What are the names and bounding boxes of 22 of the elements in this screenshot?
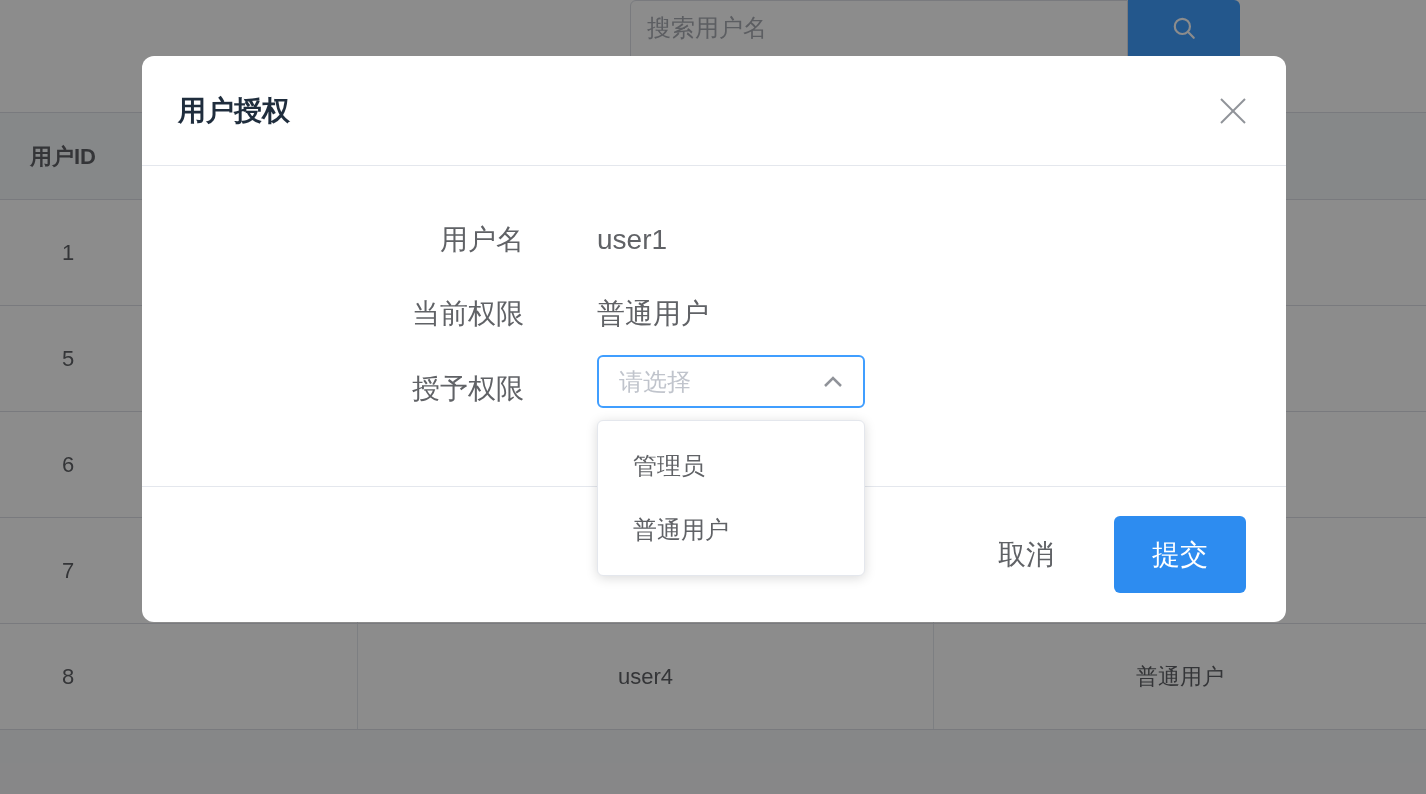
table-cell-text: 7: [62, 557, 75, 585]
cancel-button[interactable]: 取消: [968, 516, 1084, 593]
dropdown-option[interactable]: 管理员: [598, 434, 864, 498]
field-label: 用户名: [440, 224, 524, 255]
table-cell-text: 5: [62, 345, 75, 373]
close-icon: [1219, 96, 1247, 125]
table-cell-text: 6: [62, 451, 75, 479]
field-label: 授予权限: [412, 373, 524, 404]
search-icon: [1171, 15, 1197, 41]
column-header: 用户ID: [30, 142, 96, 171]
dialog-title: 用户授权: [178, 93, 290, 128]
table-cell-text: 1: [62, 239, 75, 267]
field-value: user1: [597, 223, 668, 257]
table-cell-text: user4: [617, 663, 673, 691]
dropdown-option[interactable]: 普通用户: [598, 498, 864, 562]
chevron-up-icon: [823, 375, 843, 388]
submit-button[interactable]: 提交: [1114, 516, 1246, 593]
close-button[interactable]: [1218, 95, 1248, 126]
field-value: 普通用户: [597, 297, 709, 331]
field-label: 当前权限: [412, 298, 524, 329]
table-cell-text: 普通用户: [1136, 663, 1224, 691]
table-cell-text: 8: [62, 663, 75, 691]
